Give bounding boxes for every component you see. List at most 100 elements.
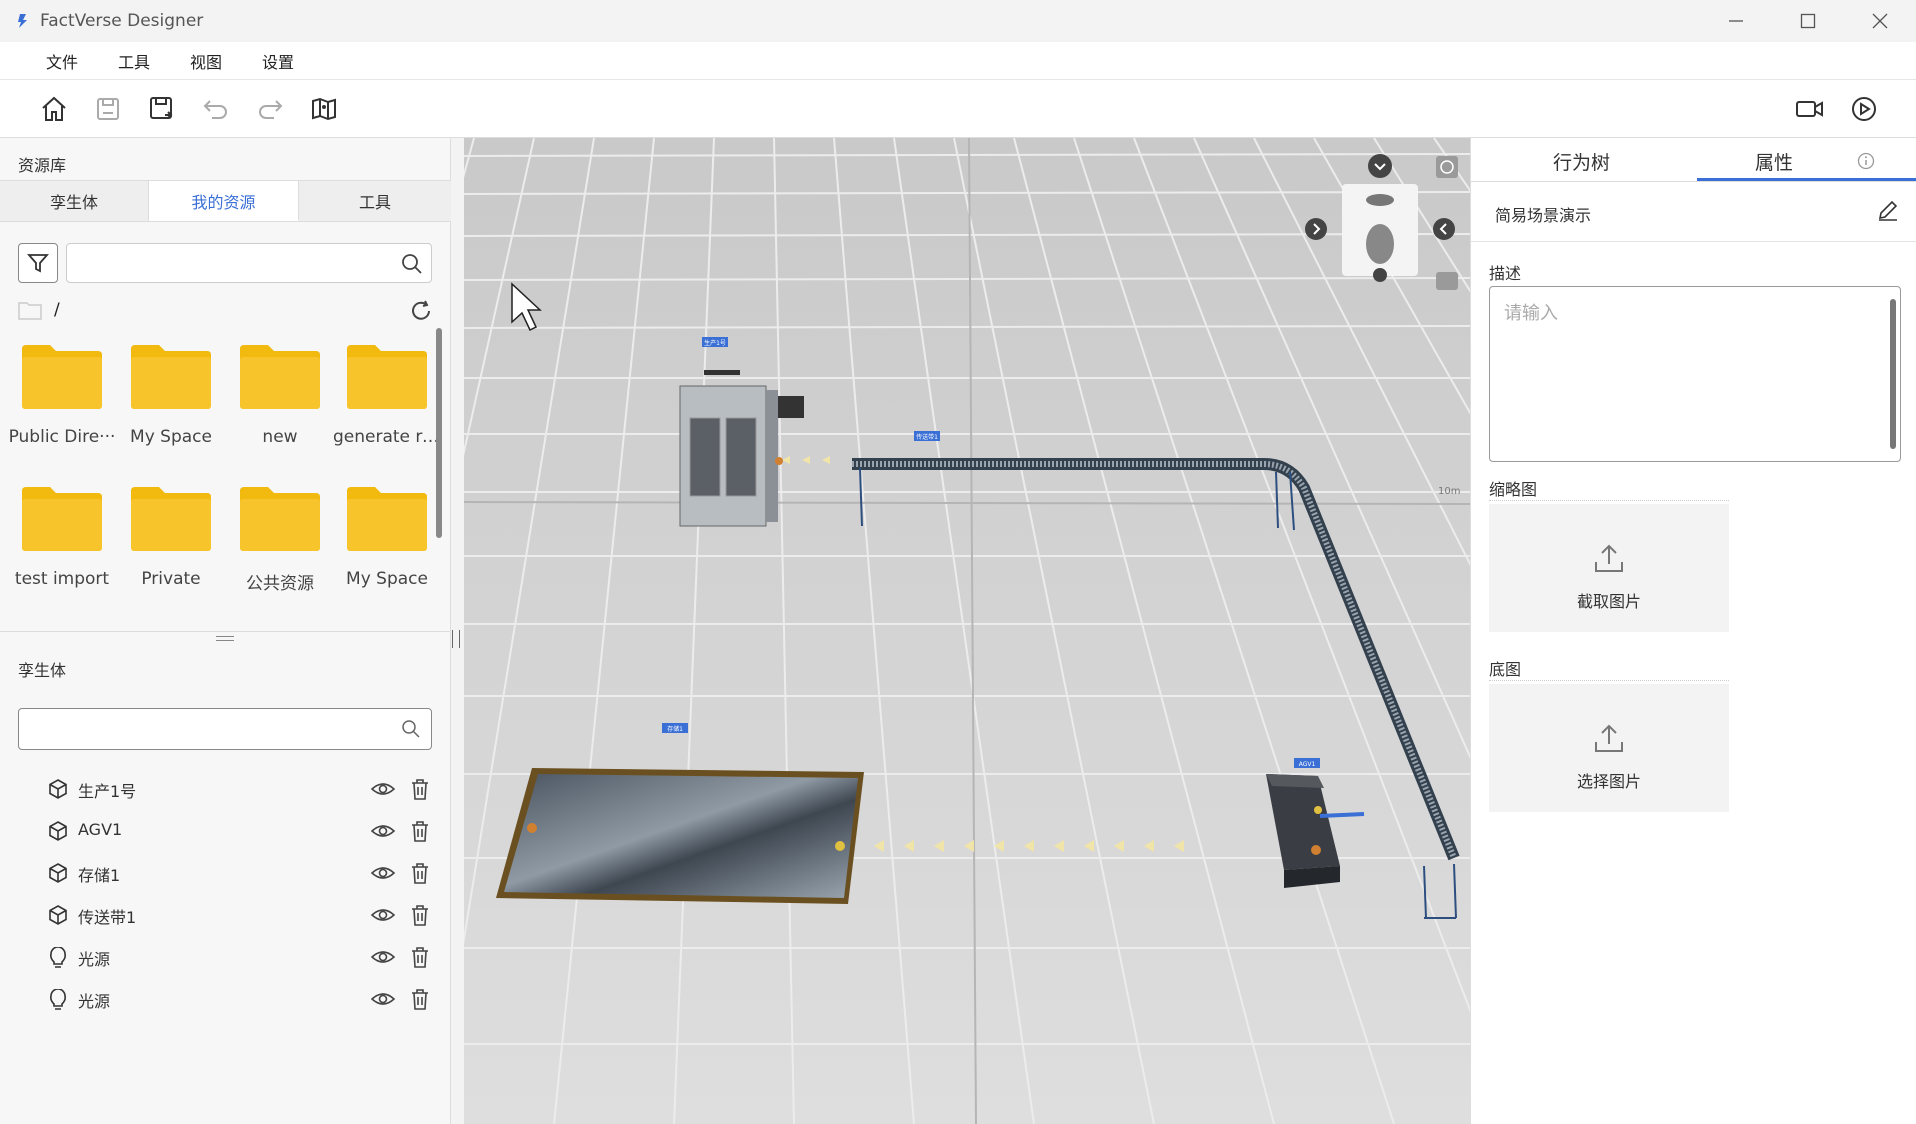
tab-tools[interactable]: 工具 bbox=[299, 181, 451, 221]
gizmo-bottom-button[interactable] bbox=[1373, 268, 1387, 282]
eye-icon[interactable] bbox=[371, 905, 395, 925]
scene-viewport[interactable]: 生产1号 传送带1 存储1 AGV1 10m bbox=[464, 138, 1470, 1124]
folder-item[interactable]: 公共资源 bbox=[226, 485, 334, 615]
save-button[interactable] bbox=[92, 93, 124, 125]
filter-button[interactable] bbox=[18, 243, 58, 283]
folder-label: 公共资源 bbox=[246, 574, 314, 594]
menu-tools[interactable]: 工具 bbox=[118, 49, 150, 73]
grid-toggle-icon[interactable] bbox=[1436, 272, 1458, 290]
eye-icon[interactable] bbox=[371, 863, 395, 883]
menu-settings[interactable]: 设置 bbox=[262, 49, 294, 73]
folder-item[interactable]: Public Dire··· bbox=[8, 343, 116, 473]
folder-icon bbox=[238, 343, 322, 409]
folder-item[interactable]: Private bbox=[117, 485, 225, 615]
splitter-grip[interactable] bbox=[216, 636, 234, 641]
save-as-button[interactable] bbox=[146, 93, 178, 125]
capture-image-button[interactable]: 截取图片 bbox=[1489, 504, 1729, 632]
upload-icon bbox=[1595, 724, 1623, 752]
eye-icon[interactable] bbox=[371, 779, 395, 799]
description-label: 描述 bbox=[1489, 264, 1522, 283]
search-icon[interactable] bbox=[401, 253, 423, 275]
info-icon[interactable] bbox=[1857, 152, 1875, 170]
lightbulb-icon bbox=[50, 989, 66, 1010]
folder-item[interactable]: generate re··· bbox=[333, 343, 441, 473]
properties-panel: 行为树 属性 简易场景演示 描述 请输入 缩略图 截取图片 底图 选择图片 bbox=[1470, 138, 1916, 1124]
list-item[interactable]: AGV1 bbox=[0, 810, 451, 852]
folder-label: My Space bbox=[130, 427, 212, 447]
eye-icon[interactable] bbox=[371, 947, 395, 967]
undo-button[interactable] bbox=[200, 93, 232, 125]
resource-library-title: 资源库 bbox=[18, 156, 67, 175]
search-icon[interactable] bbox=[401, 719, 421, 739]
description-textarea[interactable]: 请输入 bbox=[1489, 286, 1901, 462]
home-icon bbox=[42, 96, 66, 121]
panel-splitter[interactable] bbox=[0, 631, 451, 643]
list-item[interactable]: 存储1 bbox=[0, 852, 451, 894]
list-item[interactable]: 传送带1 bbox=[0, 894, 451, 936]
path-row: / bbox=[18, 296, 438, 326]
folder-item[interactable]: test import bbox=[8, 485, 116, 615]
list-item[interactable]: 光源 bbox=[0, 978, 451, 1020]
list-item[interactable]: 生产1号 bbox=[0, 768, 451, 810]
twin-panel-title: 孪生体 bbox=[18, 661, 67, 680]
record-button[interactable] bbox=[1794, 93, 1826, 125]
menu-file[interactable]: 文件 bbox=[46, 49, 78, 73]
thumbnail-label: 缩略图 bbox=[1489, 480, 1538, 499]
eye-icon[interactable] bbox=[371, 821, 395, 841]
vertical-resize-grip[interactable] bbox=[452, 630, 460, 648]
twin-search-input[interactable] bbox=[18, 708, 432, 750]
window-title: FactVerse Designer bbox=[40, 11, 204, 31]
folder-outline-icon bbox=[18, 302, 42, 320]
folder-item[interactable]: My Space bbox=[333, 485, 441, 615]
eye-icon[interactable] bbox=[371, 989, 395, 1009]
close-button[interactable] bbox=[1844, 0, 1916, 42]
trash-icon[interactable] bbox=[410, 778, 430, 800]
folder-item[interactable]: new bbox=[226, 343, 334, 473]
divider bbox=[1471, 241, 1916, 242]
tab-my-resources[interactable]: 我的资源 bbox=[149, 181, 299, 221]
edit-icon[interactable] bbox=[1876, 198, 1900, 222]
trash-icon[interactable] bbox=[410, 820, 430, 842]
folder-item[interactable]: My Space bbox=[117, 343, 225, 473]
scene-canvas[interactable]: 生产1号 传送带1 存储1 AGV1 10m bbox=[464, 138, 1470, 1124]
gizmo-right-button[interactable] bbox=[1433, 218, 1455, 240]
list-item[interactable]: 光源 bbox=[0, 936, 451, 978]
close-icon bbox=[1872, 13, 1888, 29]
machine-label: 生产1号 bbox=[704, 339, 726, 347]
folder-label: test import bbox=[14, 569, 110, 589]
home-button[interactable] bbox=[38, 93, 70, 125]
storage-label: 存储1 bbox=[667, 725, 683, 733]
menu-view[interactable]: 视图 bbox=[190, 49, 222, 73]
folder-icon bbox=[345, 485, 429, 551]
trash-icon[interactable] bbox=[410, 946, 430, 968]
redo-button[interactable] bbox=[254, 93, 286, 125]
tab-properties[interactable]: 属性 bbox=[1755, 148, 1793, 175]
gizmo-top-button[interactable] bbox=[1368, 154, 1392, 178]
folder-scrollbar[interactable] bbox=[436, 328, 442, 538]
focus-icon[interactable] bbox=[1436, 156, 1458, 178]
gizmo-left-button[interactable] bbox=[1305, 218, 1327, 240]
tab-behavior-tree[interactable]: 行为树 bbox=[1553, 148, 1610, 175]
resource-search-input[interactable] bbox=[66, 243, 432, 283]
trash-icon[interactable] bbox=[410, 862, 430, 884]
map-button[interactable] bbox=[308, 93, 340, 125]
app-window: FactVerse Designer 文件 工具 视图 设置 资源库 孪生体 我… bbox=[0, 0, 1916, 1124]
select-image-button[interactable]: 选择图片 bbox=[1489, 684, 1729, 812]
maximize-button[interactable] bbox=[1772, 0, 1844, 42]
cube-icon bbox=[49, 905, 67, 925]
floor-plane bbox=[464, 138, 1470, 1124]
video-camera-icon bbox=[1796, 101, 1823, 117]
folder-label: My Space bbox=[346, 569, 428, 589]
trash-icon[interactable] bbox=[410, 904, 430, 926]
trash-icon[interactable] bbox=[410, 988, 430, 1010]
toolbar bbox=[0, 80, 1916, 138]
textarea-scrollbar[interactable] bbox=[1890, 299, 1896, 449]
play-button[interactable] bbox=[1848, 93, 1880, 125]
minimize-button[interactable] bbox=[1700, 0, 1772, 42]
tab-twins[interactable]: 孪生体 bbox=[0, 181, 149, 221]
agv-label: AGV1 bbox=[1299, 761, 1316, 768]
folder-icon bbox=[129, 485, 213, 551]
save-icon bbox=[97, 98, 119, 120]
refresh-icon[interactable] bbox=[408, 298, 434, 324]
minimize-icon bbox=[1729, 20, 1743, 22]
